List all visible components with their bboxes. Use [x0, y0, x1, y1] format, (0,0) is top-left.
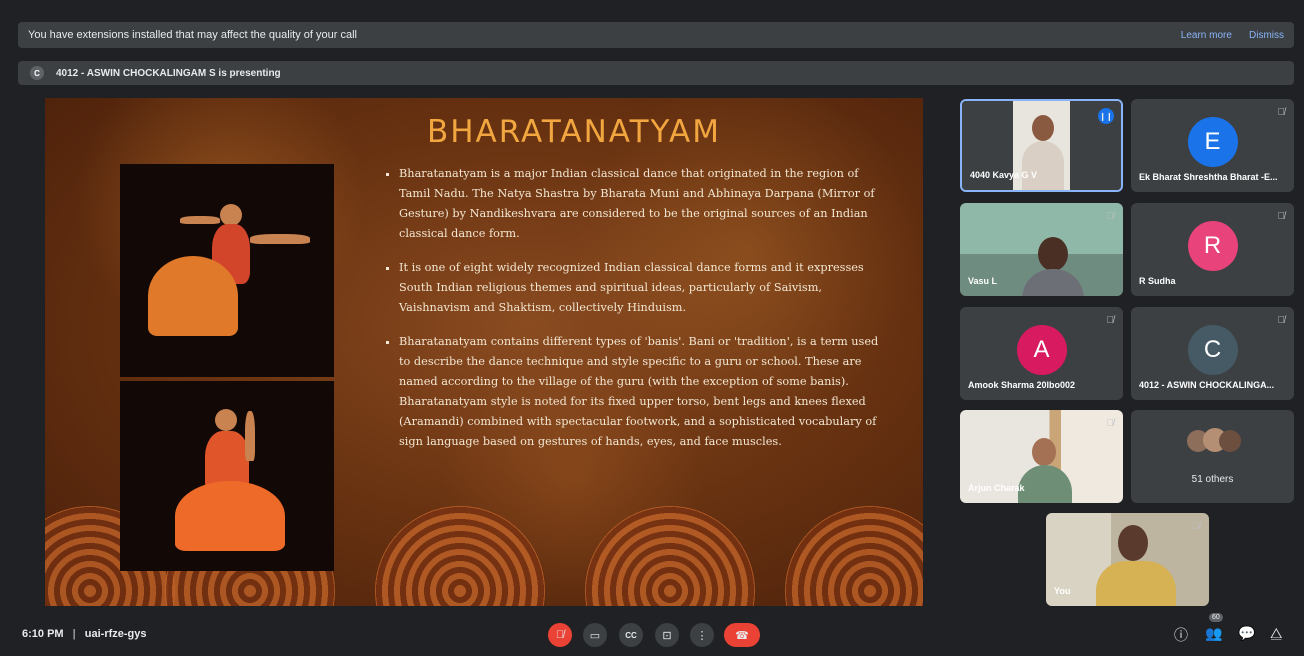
mic-off-icon: 🎙̸: [1192, 521, 1201, 532]
activities-button[interactable]: ⧋: [1270, 625, 1283, 642]
participant-name: Ek Bharat Shreshtha Bharat -E...: [1139, 172, 1278, 182]
slide-body-text: Bharatanatyam is a major Indian classica…: [383, 164, 883, 466]
participant-avatar: A: [1016, 325, 1067, 375]
meeting-info: 6:10 PM | uai-rfze-gys: [22, 628, 147, 640]
presenter-avatar: C: [30, 66, 44, 80]
mic-off-icon: 🎙̸: [1106, 418, 1115, 429]
participant-name: Vasu L: [968, 276, 998, 286]
participant-tile[interactable]: ❙❙ 4040 Kavya G V: [960, 99, 1123, 192]
camera-toggle-button[interactable]: ▭: [583, 623, 607, 647]
mandala-decoration: [585, 506, 755, 606]
participant-tile[interactable]: 🎙̸ E Ek Bharat Shreshtha Bharat -E...: [1131, 99, 1294, 192]
captions-icon: CC: [625, 630, 637, 640]
camera-icon: ▭: [589, 629, 601, 642]
extension-warning-text: You have extensions installed that may a…: [28, 29, 357, 41]
more-vert-icon: ⋮: [696, 629, 708, 642]
chat-button[interactable]: 💬: [1238, 625, 1255, 642]
others-count: 51 others: [1191, 474, 1234, 485]
others-avatar: [1219, 430, 1241, 452]
mandala-decoration: [785, 506, 923, 606]
mic-off-icon: 🎙̸: [1106, 211, 1115, 222]
slide-title: BHARATANATYAM: [426, 114, 721, 150]
meeting-code: uai-rfze-gys: [84, 628, 147, 640]
mic-off-icon: 🎙̸: [1277, 211, 1286, 222]
participant-name: 4040 Kavya G V: [970, 170, 1038, 180]
present-screen-button[interactable]: ⊡: [655, 623, 679, 647]
dismiss-button[interactable]: Dismiss: [1249, 30, 1284, 41]
participant-tile[interactable]: 🎙̸ Vasu L: [960, 203, 1123, 296]
participant-name: R Sudha: [1139, 276, 1176, 286]
slide-bullet: It is one of eight widely recognized Ind…: [399, 258, 883, 318]
meeting-details-button[interactable]: ⓘ: [1174, 625, 1188, 645]
clock-time: 6:10 PM: [22, 628, 64, 640]
others-tile[interactable]: 51 others: [1131, 410, 1294, 503]
dancer-photo-2: [120, 381, 334, 571]
self-view-tile[interactable]: 🎙̸ You: [1046, 513, 1209, 606]
end-call-icon: ☎: [735, 629, 749, 642]
slide-bullet: Bharatanatyam contains different types o…: [399, 332, 883, 452]
speaking-indicator-icon: ❙❙: [1098, 108, 1114, 124]
captions-button[interactable]: CC: [619, 623, 643, 647]
dancer-photo-1: [120, 164, 334, 377]
mandala-decoration: [375, 506, 545, 606]
participant-name: 4012 - ASWIN CHOCKALINGA...: [1139, 380, 1275, 390]
participant-name: Amook Sharma 20lbo002: [968, 380, 1076, 390]
participant-name: Arjun Charak: [968, 483, 1025, 493]
participant-tile[interactable]: 🎙̸ C 4012 - ASWIN CHOCKALINGA...: [1131, 307, 1294, 400]
participant-avatar: E: [1187, 117, 1238, 167]
participant-avatar: C: [1187, 325, 1238, 375]
activities-icon: ⧋: [1270, 625, 1283, 641]
participant-tile[interactable]: 🎙̸ R R Sudha: [1131, 203, 1294, 296]
presenting-text: 4012 - ASWIN CHOCKALINGAM S is presentin…: [56, 67, 281, 79]
mic-off-icon: 🎙̸: [555, 629, 565, 641]
chat-icon: 💬: [1238, 625, 1256, 641]
presentation-slide: BHARATANATYAM Bharatanatyam is a major I…: [45, 98, 923, 606]
participant-tile[interactable]: 🎙̸ A Amook Sharma 20lbo002: [960, 307, 1123, 400]
participant-avatar: R: [1187, 221, 1238, 271]
extension-warning-bar: You have extensions installed that may a…: [18, 22, 1294, 48]
info-icon: ⓘ: [1174, 627, 1188, 643]
present-icon: ⊡: [662, 629, 672, 642]
participant-tile[interactable]: 🎙̸ Arjun Charak: [960, 410, 1123, 503]
people-icon: 👥: [1205, 625, 1223, 641]
people-count-badge: 60: [1209, 613, 1223, 622]
mic-off-icon: 🎙̸: [1277, 107, 1286, 118]
learn-more-link[interactable]: Learn more: [1181, 30, 1232, 41]
people-button[interactable]: 👥 60: [1205, 613, 1223, 642]
presenting-bar: C 4012 - ASWIN CHOCKALINGAM S is present…: [18, 61, 1294, 85]
participant-name: You: [1054, 586, 1071, 596]
mic-toggle-button[interactable]: 🎙̸: [548, 623, 572, 647]
mic-off-icon: 🎙̸: [1106, 315, 1115, 326]
mic-off-icon: 🎙̸: [1277, 315, 1286, 326]
leave-call-button[interactable]: ☎: [724, 623, 760, 647]
more-options-button[interactable]: ⋮: [690, 623, 714, 647]
slide-bullet: Bharatanatyam is a major Indian classica…: [399, 164, 883, 244]
